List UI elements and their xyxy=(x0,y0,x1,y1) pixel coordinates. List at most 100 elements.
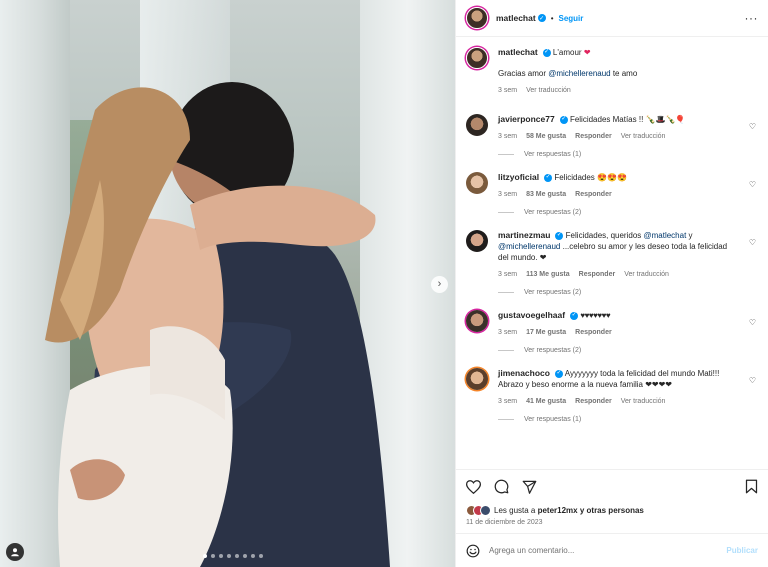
carousel-indicator xyxy=(203,554,263,558)
verified-icon: ✓ xyxy=(570,311,579,320)
divider xyxy=(498,350,514,351)
like-count[interactable]: 41 Me gusta xyxy=(526,396,566,407)
post-action-bar xyxy=(456,469,768,503)
reply-button[interactable]: Responder xyxy=(575,327,612,338)
translate-link[interactable]: Ver traducción xyxy=(621,131,666,142)
carousel-dot xyxy=(243,554,247,558)
follow-button[interactable]: Seguir xyxy=(559,14,584,23)
likes-summary[interactable]: Les gusta a peter12mx y otras personas xyxy=(456,503,768,517)
comment-username[interactable]: litzyoficial xyxy=(498,172,539,182)
view-replies-button[interactable]: Ver respuestas (2) xyxy=(498,289,758,296)
carousel-dot xyxy=(235,554,239,558)
bookmark-icon[interactable] xyxy=(745,479,758,494)
like-comment-heart-icon[interactable]: ♡ xyxy=(749,180,756,189)
view-replies-button[interactable]: Ver respuestas (1) xyxy=(498,151,758,158)
comment-icon[interactable] xyxy=(494,479,509,494)
view-replies-label: Ver respuestas (2) xyxy=(524,347,582,354)
translate-link[interactable]: Ver traducción xyxy=(526,85,571,96)
comment-meta: 3 sem 113 Me gusta Responder Ver traducc… xyxy=(498,269,740,280)
timestamp: 3 sem xyxy=(498,87,518,94)
carousel-dot xyxy=(219,554,223,558)
comment-username[interactable]: jimenachoco xyxy=(498,368,550,378)
share-icon[interactable] xyxy=(522,480,537,494)
mention-link[interactable]: @michellerenaud xyxy=(548,69,610,78)
heart-icon[interactable] xyxy=(466,479,481,494)
like-comment-heart-icon[interactable]: ♡ xyxy=(749,318,756,327)
view-replies-button[interactable]: Ver respuestas (1) xyxy=(498,416,758,423)
translate-link[interactable]: Ver traducción xyxy=(624,269,669,280)
liker-username[interactable]: peter12mx xyxy=(538,506,578,515)
timestamp: 3 sem xyxy=(498,191,518,198)
comment-input[interactable]: Agrega un comentario... xyxy=(489,546,574,555)
verified-icon: ✓ xyxy=(555,231,564,240)
like-count[interactable]: 83 Me gusta xyxy=(526,189,566,200)
comment-meta: 3 sem 83 Me gusta Responder xyxy=(498,189,740,200)
divider xyxy=(498,154,514,155)
like-comment-heart-icon[interactable]: ♡ xyxy=(749,238,756,247)
more-options-icon[interactable]: ··· xyxy=(745,11,759,25)
avatar[interactable] xyxy=(466,47,488,69)
like-comment-heart-icon[interactable]: ♡ xyxy=(749,376,756,385)
caption: matlechat ✓ L'amour ❤ Gracias amor @miche… xyxy=(466,47,758,96)
carousel-dot xyxy=(203,554,207,558)
emoji-icon[interactable] xyxy=(466,544,480,558)
chevron-right-icon: › xyxy=(437,278,442,290)
caption-text: L'amour xyxy=(552,48,582,57)
comment-text: ♥♥♥♥♥♥♥ xyxy=(580,311,611,320)
tagged-users-button[interactable] xyxy=(6,543,24,561)
caption-line-2: Gracias amor @michellerenaud te amo xyxy=(498,68,740,79)
comment-username[interactable]: gustavoegelhaaf xyxy=(498,310,565,320)
verified-icon: ✓ xyxy=(559,115,568,124)
view-replies-label: Ver respuestas (2) xyxy=(524,289,582,296)
avatar[interactable] xyxy=(466,7,488,29)
mention-link[interactable]: @michellerenaud xyxy=(498,242,560,251)
reply-button[interactable]: Responder xyxy=(575,131,612,142)
author-username[interactable]: matlechat xyxy=(496,13,536,23)
avatar[interactable] xyxy=(466,114,488,136)
caption-username[interactable]: matlechat xyxy=(498,47,538,57)
avatar[interactable] xyxy=(466,172,488,194)
post-photo[interactable]: › xyxy=(0,0,455,567)
translate-link[interactable]: Ver traducción xyxy=(621,396,666,407)
avatar[interactable] xyxy=(466,310,488,332)
view-replies-button[interactable]: Ver respuestas (2) xyxy=(498,347,758,354)
avatar[interactable] xyxy=(466,230,488,252)
comment-username[interactable]: javierponce77 xyxy=(498,114,555,124)
avatar[interactable] xyxy=(466,368,488,390)
divider xyxy=(498,419,514,420)
verified-icon: ✓ xyxy=(537,14,546,22)
comments-list[interactable]: matlechat ✓ L'amour ❤ Gracias amor @miche… xyxy=(456,37,768,469)
reply-button[interactable]: Responder xyxy=(575,189,612,200)
verified-icon: ✓ xyxy=(544,173,553,182)
comment-username[interactable]: martinezmau xyxy=(498,230,550,240)
verified-icon: ✓ xyxy=(542,48,551,57)
timestamp: 3 sem xyxy=(498,271,518,278)
heart-emoji-icon: ❤ xyxy=(583,48,591,57)
comment-meta: 3 sem 58 Me gusta Responder Ver traducci… xyxy=(498,131,740,142)
publish-button[interactable]: Publicar xyxy=(726,546,758,555)
view-replies-label: Ver respuestas (1) xyxy=(524,151,582,158)
view-replies-button[interactable]: Ver respuestas (2) xyxy=(498,209,758,216)
comment-text: Felicidades, queridos xyxy=(565,231,644,240)
divider xyxy=(498,292,514,293)
carousel-dot xyxy=(227,554,231,558)
likes-text: Les gusta a peter12mx y otras personas xyxy=(494,506,644,515)
caption-meta: 3 sem Ver traducción xyxy=(498,85,740,96)
like-count[interactable]: 113 Me gusta xyxy=(526,269,570,280)
comment: jimenachoco ✓ Ayyyyyyy toda la felicidad … xyxy=(466,368,758,407)
like-count[interactable]: 17 Me gusta xyxy=(526,327,566,338)
like-count[interactable]: 58 Me gusta xyxy=(526,131,566,142)
comment-meta: 3 sem 41 Me gusta Responder Ver traducci… xyxy=(498,396,740,407)
comment: martinezmau ✓ Felicidades, queridos @matl… xyxy=(466,230,758,280)
timestamp: 3 sem xyxy=(498,398,518,405)
mention-link[interactable]: @matlechat xyxy=(644,231,687,240)
avatar xyxy=(480,504,491,516)
carousel-next-button[interactable]: › xyxy=(431,276,448,293)
comment: javierponce77 ✓ Felicidades Matías !! 🍾🎩🍾… xyxy=(466,114,758,142)
view-replies-label: Ver respuestas (1) xyxy=(524,416,582,423)
reply-button[interactable]: Responder xyxy=(579,269,616,280)
comment-text: y xyxy=(686,231,693,240)
reply-button[interactable]: Responder xyxy=(575,396,612,407)
like-comment-heart-icon[interactable]: ♡ xyxy=(749,122,756,131)
caption-text-2a: Gracias amor xyxy=(498,69,549,78)
